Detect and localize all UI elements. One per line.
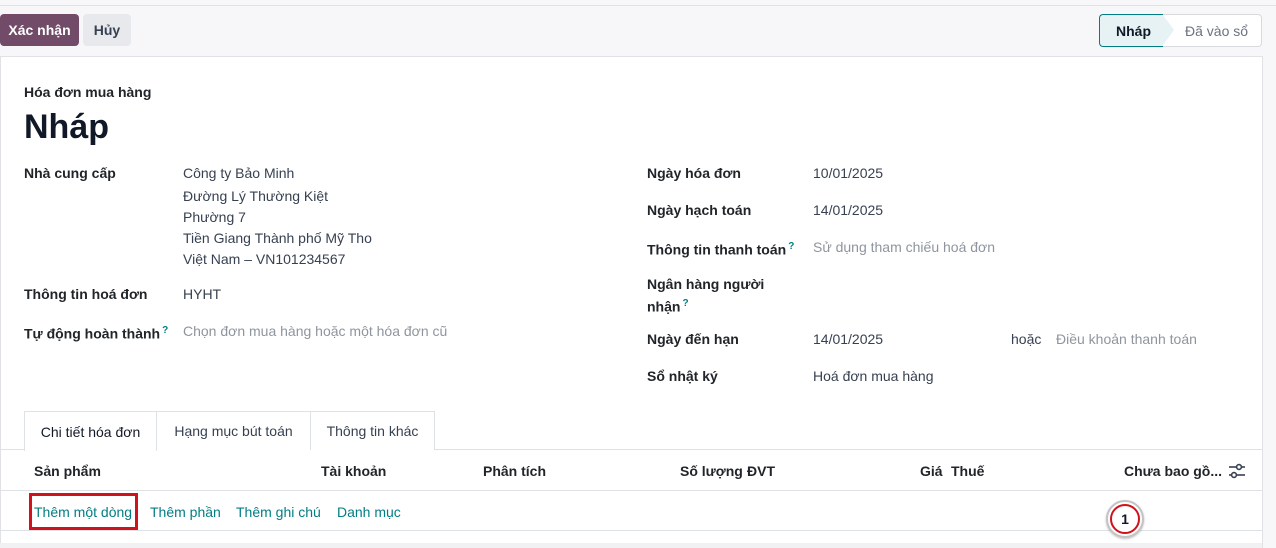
add-section-link[interactable]: Thêm phần — [150, 503, 221, 521]
due-date-label: Ngày đến hạn — [647, 331, 739, 347]
or-text: hoặc — [1011, 331, 1042, 347]
optional-columns-icon[interactable] — [1228, 462, 1246, 480]
cancel-button[interactable]: Hủy — [83, 14, 131, 46]
status-posted-label: Đã vào sổ — [1185, 22, 1249, 39]
vendor-line: Đường Lý Thường Kiệt — [183, 188, 329, 204]
journal-field[interactable]: Hoá đơn mua hàng — [813, 366, 933, 386]
bill-reference-label: Thông tin hoá đơn — [24, 286, 148, 302]
recipient-bank-label: Ngân hàng người nhận? — [647, 274, 764, 317]
column-header-uom[interactable]: ĐVT — [747, 462, 775, 480]
invoice-date-label: Ngày hóa đơn — [647, 165, 741, 181]
vendor-label: Nhà cung cấp — [24, 165, 116, 181]
tab-journal-items[interactable]: Hạng mục bút toán — [157, 411, 311, 450]
highlight-box — [29, 493, 138, 530]
tab-invoice-lines[interactable]: Chi tiết hóa đơn — [24, 411, 157, 451]
column-header-account[interactable]: Tài khoản — [321, 462, 386, 480]
help-icon[interactable]: ? — [682, 298, 688, 309]
autocomplete-input[interactable]: Chọn đơn mua hàng hoặc một hóa đơn cũ — [183, 321, 447, 341]
bottom-strip — [0, 543, 1262, 548]
vendor-line: Tiền Giang Thành phố Mỹ Tho — [183, 230, 372, 246]
recipient-bank-label-line: Ngân hàng người — [647, 276, 765, 292]
tab-other-info[interactable]: Thông tin khác — [310, 411, 435, 450]
document-type-label: Hóa đơn mua hàng — [24, 84, 152, 100]
status-draft[interactable]: Nháp — [1099, 14, 1175, 47]
catalog-link[interactable]: Danh mục — [337, 503, 401, 521]
step-callout-number: 1 — [1110, 504, 1140, 534]
page-title: Nháp — [24, 108, 109, 146]
accounting-date-field[interactable]: 14/01/2025 — [813, 200, 883, 220]
vendor-line: Công ty Bảo Minh — [183, 165, 295, 181]
accounting-date-label: Ngày hạch toán — [647, 202, 752, 218]
help-icon[interactable]: ? — [162, 325, 168, 336]
autocomplete-label-text: Tự động hoàn thành — [24, 325, 161, 342]
top-divider — [0, 5, 1276, 6]
column-header-taxes[interactable]: Thuế — [951, 462, 984, 480]
journal-label: Sổ nhật ký — [647, 368, 718, 384]
column-header-price[interactable]: Giá — [920, 462, 943, 480]
autocomplete-label: Tự động hoàn thành? — [24, 321, 168, 344]
bill-reference-field[interactable]: HYHT — [183, 284, 221, 304]
payment-reference-input[interactable]: Sử dụng tham chiếu hoá đơn — [813, 237, 995, 257]
step-callout-badge: 1 — [1106, 500, 1144, 538]
column-header-product[interactable]: Sản phẩm — [34, 462, 101, 480]
table-header-divider — [0, 490, 1262, 491]
column-header-subtotal[interactable]: Chưa bao gồ... — [1124, 462, 1222, 480]
help-icon[interactable]: ? — [788, 241, 794, 252]
column-header-quantity[interactable]: Số lượng — [680, 462, 743, 480]
due-date-field[interactable]: 14/01/2025 — [813, 329, 883, 349]
confirm-button[interactable]: Xác nhận — [0, 14, 79, 46]
payment-reference-label: Thông tin thanh toán? — [647, 237, 794, 260]
status-bar: Nháp Đã vào sổ — [1099, 14, 1262, 47]
payment-reference-label-text: Thông tin thanh toán — [647, 241, 787, 258]
vendor-line: Việt Nam – VN101234567 — [183, 251, 346, 267]
status-draft-label: Nháp — [1116, 22, 1151, 39]
status-posted[interactable]: Đã vào sổ — [1163, 14, 1262, 47]
vendor-line: Phường 7 — [183, 209, 246, 225]
recipient-bank-field[interactable] — [813, 274, 1233, 294]
payment-terms-input[interactable]: Điều khoản thanh toán — [1056, 329, 1197, 349]
column-header-analytic[interactable]: Phân tích — [483, 462, 546, 480]
add-note-link[interactable]: Thêm ghi chú — [236, 503, 321, 521]
recipient-bank-label-line: nhận — [647, 298, 681, 315]
invoice-date-field[interactable]: 10/01/2025 — [813, 163, 883, 183]
table-footer-divider — [0, 530, 1262, 531]
